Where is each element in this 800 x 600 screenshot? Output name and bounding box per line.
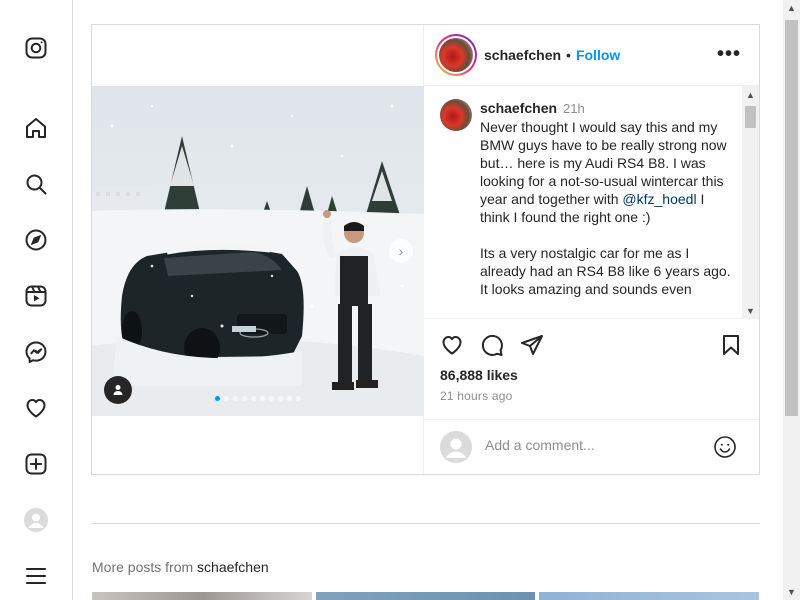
caption-area: schaefchen 21h Never thought I would say … — [424, 86, 759, 319]
carousel-dot — [251, 396, 256, 401]
scroll-thumb[interactable] — [745, 106, 756, 128]
user-tag-icon — [113, 385, 123, 395]
more-post-thumbnail[interactable] — [316, 592, 535, 600]
commenter-avatar — [440, 431, 472, 463]
caption-avatar[interactable] — [440, 99, 472, 131]
carousel-dot — [215, 396, 220, 401]
page-scroll-thumb[interactable] — [785, 20, 798, 416]
page-scroll-down-icon[interactable]: ▼ — [787, 587, 796, 597]
carousel-dot — [224, 396, 229, 401]
share-paper-plane-icon[interactable] — [518, 331, 546, 359]
scroll-down-arrow-icon[interactable]: ▼ — [742, 302, 759, 318]
emoji-smiley-icon[interactable] — [713, 435, 737, 459]
comment-input[interactable] — [485, 437, 705, 453]
post-photo[interactable]: › — [92, 86, 424, 416]
menu-hamburger-icon[interactable] — [22, 562, 50, 590]
story-ring[interactable] — [435, 34, 477, 76]
more-post-thumbnail[interactable] — [92, 592, 312, 600]
like-heart-icon[interactable] — [438, 331, 466, 359]
explore-compass-icon[interactable] — [22, 226, 50, 254]
comment-bubble-icon[interactable] — [478, 331, 506, 359]
section-divider — [91, 523, 760, 524]
side-navigation — [0, 0, 73, 600]
caption-text: schaefchen 21h Never thought I would say … — [480, 99, 732, 298]
caption-username[interactable]: schaefchen — [480, 100, 557, 116]
profile-avatar-icon[interactable] — [22, 506, 50, 534]
carousel-next-button[interactable]: › — [389, 239, 413, 263]
carousel-dot — [260, 396, 265, 401]
carousel-dot — [242, 396, 247, 401]
author-avatar — [439, 38, 473, 72]
create-plus-icon[interactable] — [22, 450, 50, 478]
snowy-car-photo — [92, 86, 424, 416]
scroll-up-arrow-icon[interactable]: ▲ — [742, 86, 759, 103]
author-username[interactable]: schaefchen — [484, 47, 561, 63]
more-options-icon[interactable]: ••• — [717, 44, 741, 64]
carousel-dot — [233, 396, 238, 401]
heart-notifications-icon[interactable] — [22, 394, 50, 422]
carousel-indicator — [92, 396, 424, 401]
carousel-dot — [278, 396, 283, 401]
comment-composer — [424, 419, 759, 474]
caption-scrollbar[interactable]: ▲ ▼ — [742, 86, 759, 318]
carousel-dot — [287, 396, 292, 401]
messenger-icon[interactable] — [22, 338, 50, 366]
home-icon[interactable] — [22, 114, 50, 142]
carousel-dot — [269, 396, 274, 401]
post-media: › — [92, 25, 424, 474]
search-icon[interactable] — [22, 170, 50, 198]
reels-icon[interactable] — [22, 282, 50, 310]
post-actions: 86,888 likes 21 hours ago — [424, 319, 759, 419]
header-separator: • — [566, 47, 571, 63]
save-bookmark-icon[interactable] — [717, 331, 745, 359]
page-scrollbar[interactable]: ▲ ▼ — [783, 0, 800, 600]
carousel-dot — [296, 396, 301, 401]
more-posts-heading: More posts from schaefchen — [92, 559, 269, 575]
more-posts-prefix: More posts from — [92, 559, 198, 575]
page-scroll-up-icon[interactable]: ▲ — [787, 3, 796, 13]
post-card: › schaefchen • Follow ••• schaefchen 21h … — [91, 24, 760, 475]
more-post-thumbnail[interactable] — [539, 592, 759, 600]
follow-button[interactable]: Follow — [576, 47, 620, 63]
like-count[interactable]: 86,888 likes — [440, 367, 518, 383]
instagram-logo-icon[interactable] — [22, 34, 50, 62]
post-header: schaefchen • Follow ••• — [424, 25, 759, 86]
more-posts-username[interactable]: schaefchen — [197, 559, 269, 575]
post-timestamp[interactable]: 21 hours ago — [440, 389, 512, 403]
post-sidebar: schaefchen • Follow ••• schaefchen 21h Ne… — [424, 25, 759, 474]
caption-mention-link[interactable]: @kfz_hoedl — [622, 191, 696, 207]
caption-time: 21h — [563, 101, 585, 116]
